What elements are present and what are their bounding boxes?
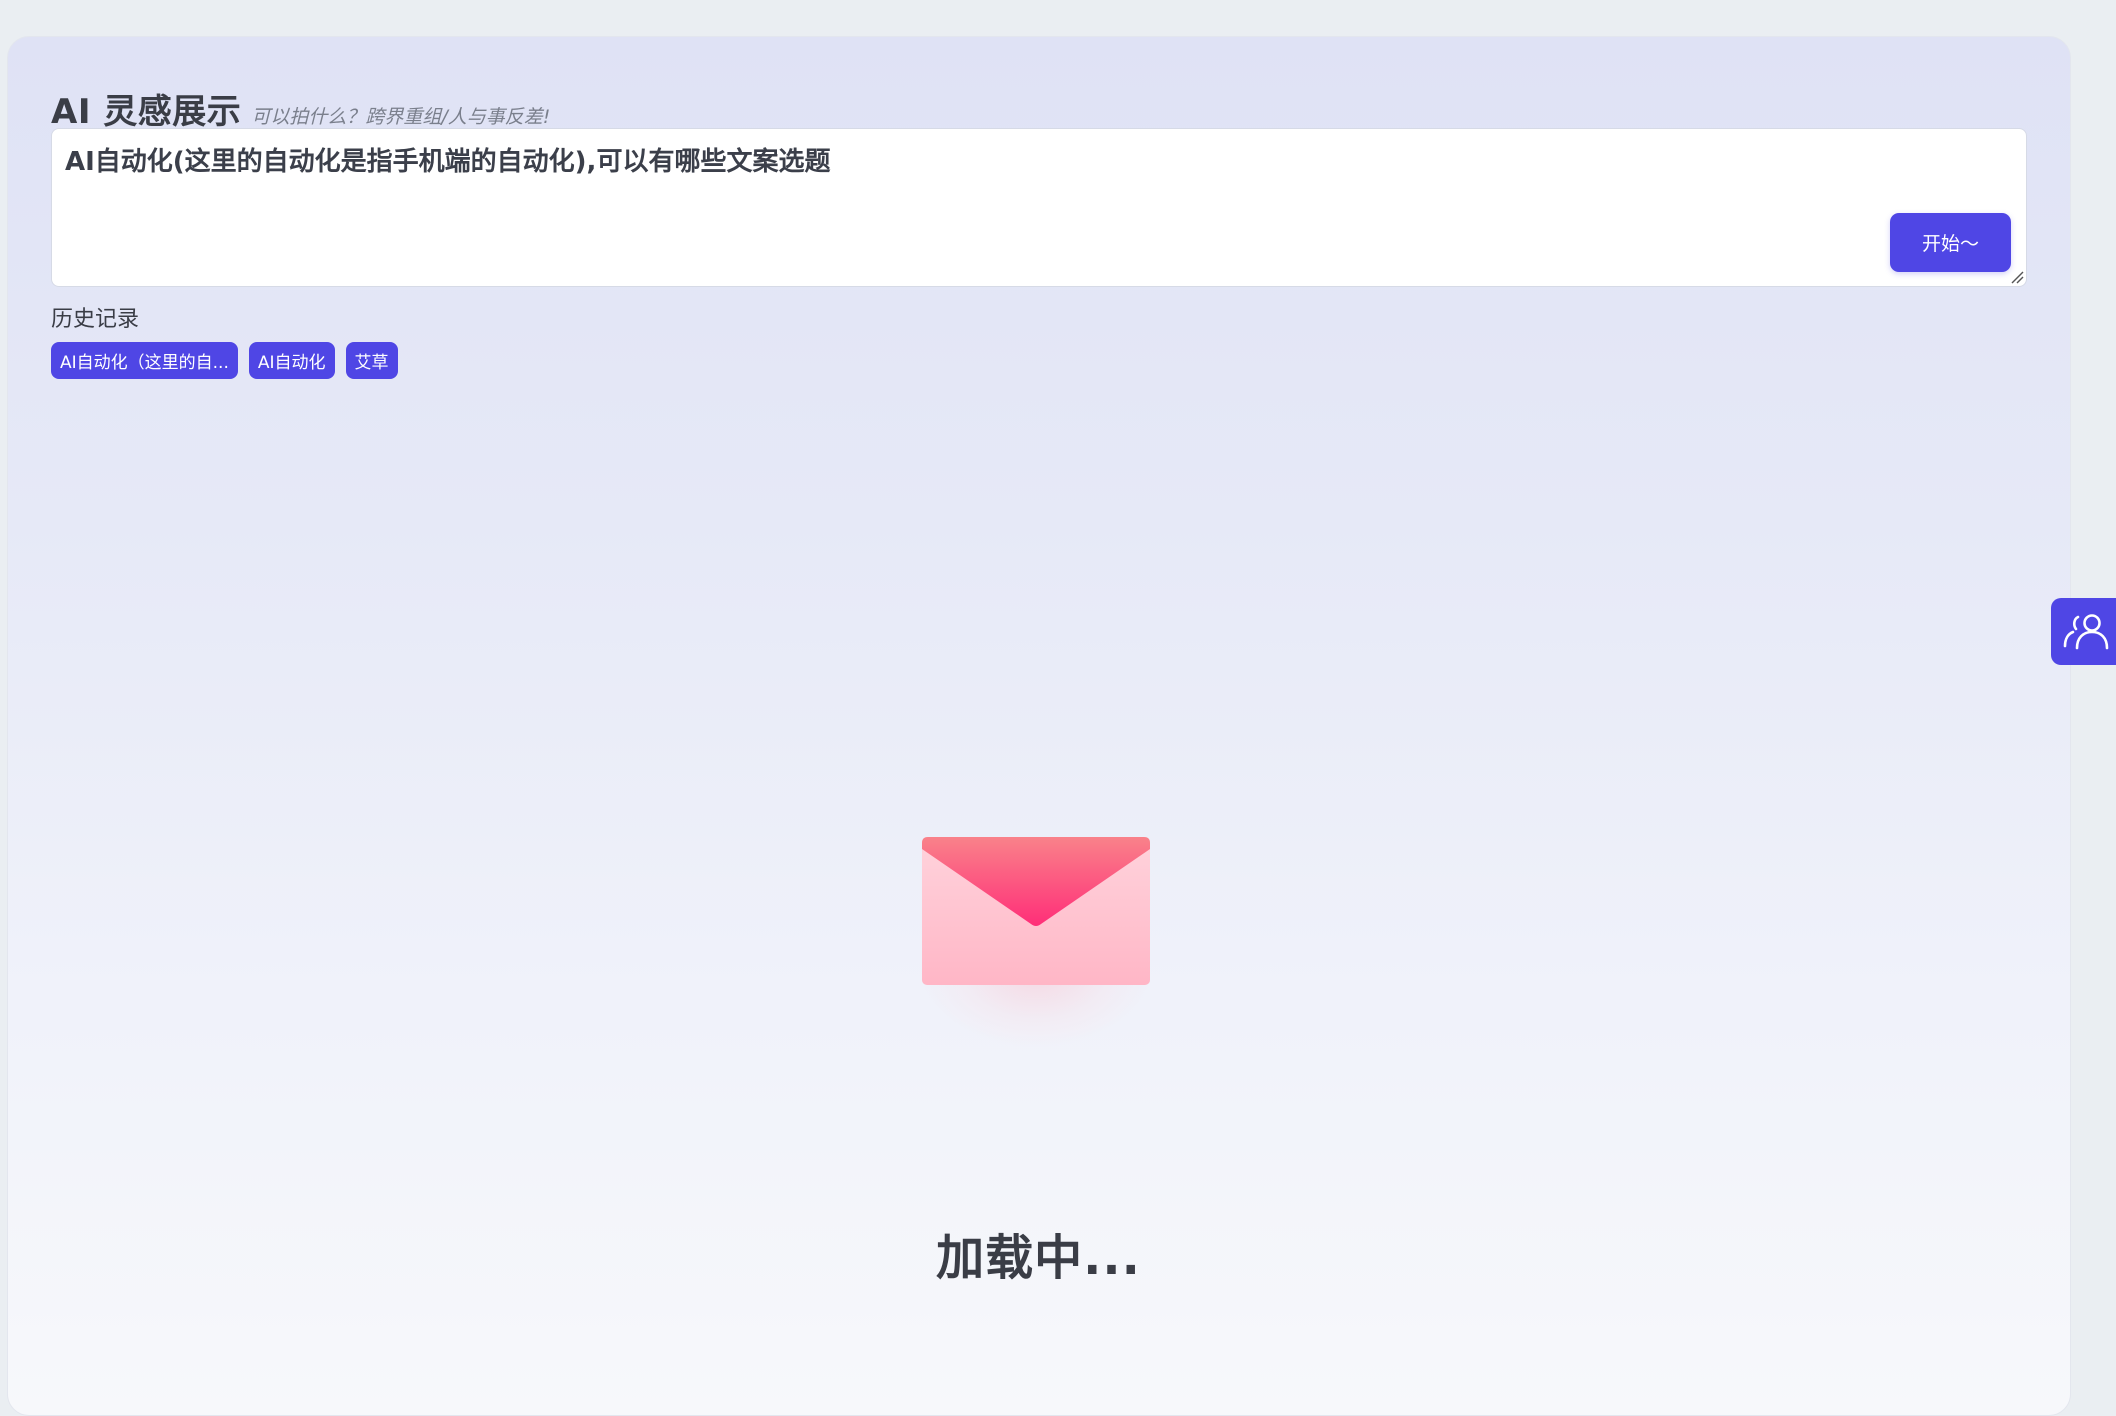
users-icon [2063,613,2109,649]
side-support-tab[interactable] [2051,598,2116,665]
loading-text: 加载中... [936,1230,1141,1286]
loading-animation [922,837,1150,985]
start-button[interactable]: 开始～ [1890,213,2011,272]
page-header: AI 灵感展示 可以拍什么？跨界重组/人与事反差! [51,84,550,133]
page-title: AI 灵感展示 [51,92,242,132]
prompt-textarea[interactable]: AI自动化(这里的自动化是指手机端的自动化),可以有哪些文案选题 [51,128,2027,287]
history-label: 历史记录 [51,307,140,332]
history-tag[interactable]: AI自动化（这里的自... [51,342,238,379]
page-subtitle: 可以拍什么？跨界重组/人与事反差! [251,106,551,128]
history-tag[interactable]: 艾草 [345,342,398,379]
prompt-text: AI自动化(这里的自动化是指手机端的自动化),可以有哪些文案选题 [65,147,831,177]
history-list: AI自动化（这里的自... AI自动化 艾草 [51,342,398,379]
history-tag[interactable]: AI自动化 [248,342,335,379]
envelope-icon [922,837,1150,985]
resize-handle-icon[interactable] [2010,270,2024,284]
